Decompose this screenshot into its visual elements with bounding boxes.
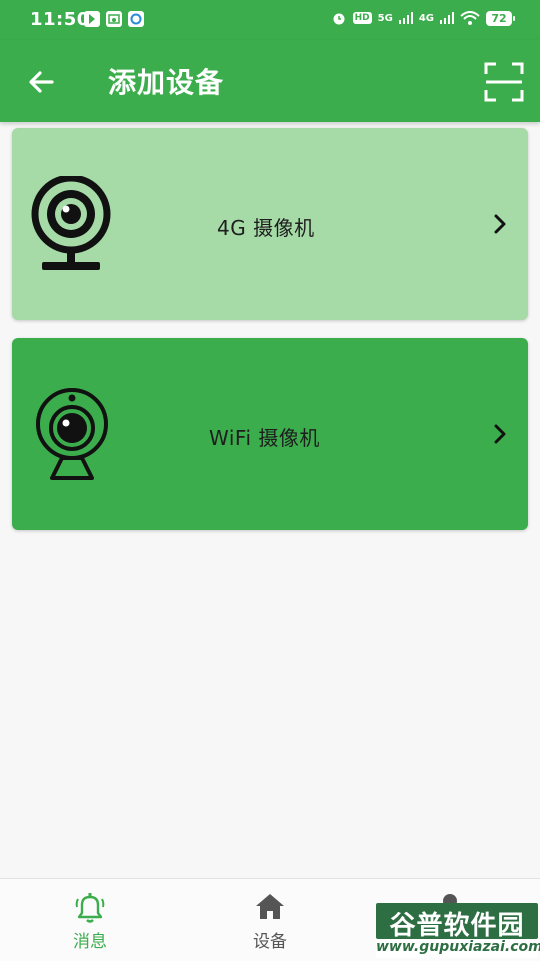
scan-icon (484, 62, 524, 102)
chevron-right-icon (494, 214, 506, 234)
webcam-wifi-icon (36, 388, 108, 480)
watermark-logo: 谷普软件园 www.gupuxiazai.com (376, 903, 540, 958)
watermark-title: 谷普软件园 (389, 911, 525, 941)
bell-icon (75, 893, 105, 923)
nav-label-messages: 消息 (73, 932, 107, 952)
camera-4g-label: 4G 摄像机 (217, 216, 315, 240)
nav-item-messages[interactable]: 消息 (0, 879, 180, 961)
wifi-icon (460, 11, 480, 25)
scan-qr-button[interactable] (482, 60, 526, 104)
alarm-icon (333, 13, 345, 25)
back-button[interactable] (22, 62, 62, 102)
notification-gallery-icon (106, 11, 122, 27)
home-icon (256, 894, 284, 919)
signal-4g-icon (440, 12, 454, 24)
network-5g-label: 5G (377, 12, 393, 24)
network-4g-label: 4G (418, 12, 434, 24)
notification-browser-icon (128, 11, 144, 27)
status-notification-icons (84, 11, 144, 27)
app-bar: 添加设备 (0, 40, 540, 122)
camera-4g-card[interactable]: 4G 摄像机 (12, 128, 528, 320)
signal-5g-icon (398, 12, 413, 24)
nav-label-devices: 设备 (253, 932, 287, 952)
battery-icon: 72 (486, 10, 515, 26)
camera-wifi-label: WiFi 摄像机 (209, 426, 320, 450)
status-time: 11:50 (30, 9, 90, 30)
notification-app-icon (84, 11, 100, 27)
hd-icon: HD (352, 12, 372, 24)
page-title: 添加设备 (108, 66, 225, 99)
status-bar: 11:50 HD 5G 4G 72 (0, 0, 540, 40)
arrow-left-icon (29, 71, 54, 93)
chevron-right-icon (494, 424, 506, 444)
camera-wifi-card[interactable]: WiFi 摄像机 (12, 338, 528, 530)
status-system-icons: HD 5G 4G 72 (331, 10, 515, 26)
nav-item-devices[interactable]: 设备 (180, 879, 360, 961)
webcam-4g-icon (31, 176, 111, 270)
watermark-url: www.gupuxiazai.com (376, 939, 540, 955)
